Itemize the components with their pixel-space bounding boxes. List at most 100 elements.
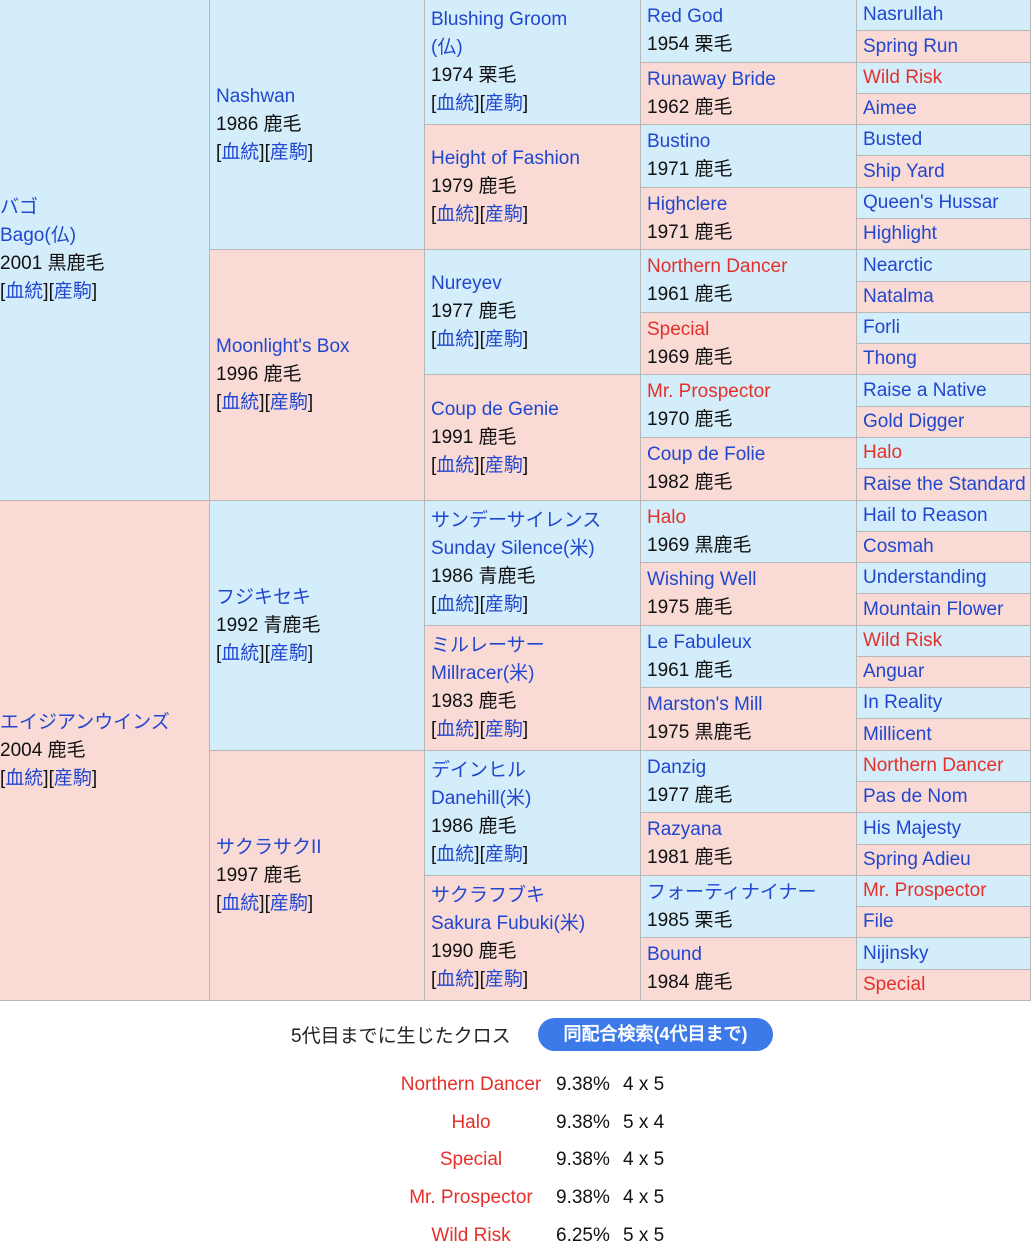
horse-name-link[interactable]: フォーティナイナー [647, 879, 856, 907]
horse-name-link[interactable]: Wishing Well [647, 566, 856, 594]
bloodline-link[interactable]: 血統 [221, 893, 259, 914]
horse-name-link[interactable]: Northern Dancer [647, 253, 856, 281]
horse-name-link[interactable]: Special [647, 316, 856, 344]
horse-name-link[interactable]: エイジアンウインズ [0, 709, 209, 737]
foals-link[interactable]: 産駒 [485, 93, 523, 114]
horse-name-link[interactable]: Height of Fashion [431, 145, 640, 173]
horse-name-link[interactable]: Raise a Native [863, 376, 1030, 406]
horse-name-link[interactable]: Halo [863, 438, 1030, 468]
horse-name-link[interactable]: Sakura Fubuki(米) [431, 910, 640, 938]
horse-name-link[interactable]: Ship Yard [863, 157, 1030, 187]
foals-link[interactable]: 産駒 [485, 329, 523, 350]
horse-name-link[interactable]: Razyana [647, 816, 856, 844]
bloodline-link[interactable]: 血統 [436, 93, 474, 114]
horse-name-link[interactable]: バゴ [0, 194, 209, 222]
foals-link[interactable]: 産駒 [485, 204, 523, 225]
horse-name-link[interactable]: Moonlight's Box [216, 333, 424, 361]
horse-name-link[interactable]: Millicent [863, 720, 1030, 750]
horse-name-link[interactable]: Highlight [863, 219, 1030, 249]
horse-info: 2001 黒鹿毛 [0, 253, 105, 274]
same-mating-search-button[interactable]: 同配合検索(4代目まで) [538, 1018, 773, 1051]
foals-link[interactable]: 産駒 [485, 969, 523, 990]
horse-name-link[interactable]: Sunday Silence(米) [431, 535, 640, 563]
pedigree-cell-gen5: Pas de Nom [857, 782, 1031, 813]
bloodline-link[interactable]: 血統 [221, 392, 259, 413]
bloodline-link[interactable]: 血統 [436, 844, 474, 865]
horse-name-link[interactable]: Nasrullah [863, 0, 1030, 30]
horse-name-link[interactable]: Highclere [647, 191, 856, 219]
horse-name-link[interactable]: サクラフブキ [431, 882, 640, 910]
horse-name-link[interactable]: Le Fabuleux [647, 629, 856, 657]
foals-link[interactable]: 産駒 [270, 643, 308, 664]
bloodline-link[interactable]: 血統 [221, 142, 259, 163]
horse-name-link[interactable]: ミルレーサー [431, 632, 640, 660]
horse-name-link[interactable]: Coup de Folie [647, 441, 856, 469]
horse-name-link[interactable]: Gold Digger [863, 407, 1030, 437]
horse-name-link[interactable]: Bound [647, 941, 856, 969]
bloodline-link[interactable]: 血統 [221, 643, 259, 664]
horse-name-link[interactable]: Hail to Reason [863, 501, 1030, 531]
horse-name-link[interactable]: Queen's Hussar [863, 188, 1030, 218]
bloodline-link[interactable]: 血統 [436, 969, 474, 990]
horse-name-link[interactable]: Cosmah [863, 532, 1030, 562]
bloodline-link[interactable]: 血統 [436, 594, 474, 615]
horse-name-link[interactable]: Nashwan [216, 83, 424, 111]
horse-name-link[interactable]: Pas de Nom [863, 782, 1030, 812]
horse-name-link[interactable]: Runaway Bride [647, 66, 856, 94]
bloodline-link[interactable]: 血統 [5, 281, 43, 302]
horse-name-link[interactable]: Red God [647, 3, 856, 31]
horse-name-link[interactable]: Danehill(米) [431, 785, 640, 813]
horse-name-link[interactable]: Natalma [863, 282, 1030, 312]
pedigree-cell-gen3: サンデーサイレンス Sunday Silence(米) 1986 青鹿毛 [血統][産… [425, 501, 641, 626]
horse-name-link[interactable]: デインヒル [431, 757, 640, 785]
horse-name-link[interactable]: サンデーサイレンス [431, 507, 640, 535]
bloodline-link[interactable]: 血統 [436, 455, 474, 476]
horse-name-link[interactable]: In Reality [863, 688, 1030, 718]
foals-link[interactable]: 産駒 [485, 844, 523, 865]
horse-name-link[interactable]: Busted [863, 125, 1030, 155]
horse-name-link[interactable]: Understanding [863, 563, 1030, 593]
bloodline-link[interactable]: 血統 [5, 768, 43, 789]
horse-name-link[interactable]: Aimee [863, 94, 1030, 124]
horse-name-link[interactable]: サクラサクII [216, 834, 424, 862]
horse-name-link[interactable]: Forli [863, 313, 1030, 343]
foals-link[interactable]: 産駒 [485, 455, 523, 476]
horse-name-link[interactable]: Coup de Genie [431, 396, 640, 424]
bloodline-link[interactable]: 血統 [436, 719, 474, 740]
foals-link[interactable]: 産駒 [270, 392, 308, 413]
horse-name-link[interactable]: His Majesty [863, 814, 1030, 844]
horse-name-link[interactable]: Wild Risk [863, 626, 1030, 656]
foals-link[interactable]: 産駒 [485, 594, 523, 615]
horse-name-link[interactable]: (仏) [431, 34, 640, 62]
horse-name-link[interactable]: Raise the Standard [863, 470, 1030, 500]
horse-name-link[interactable]: Spring Run [863, 32, 1030, 62]
foals-link[interactable]: 産駒 [485, 719, 523, 740]
horse-name-link[interactable]: Anguar [863, 657, 1030, 687]
horse-name-link[interactable]: Mr. Prospector [647, 378, 856, 406]
horse-name-link[interactable]: Blushing Groom [431, 6, 640, 34]
horse-name-link[interactable]: Mountain Flower [863, 595, 1030, 625]
foals-link[interactable]: 産駒 [54, 281, 92, 302]
horse-name-link[interactable]: Wild Risk [863, 63, 1030, 93]
foals-link[interactable]: 産駒 [54, 768, 92, 789]
foals-link[interactable]: 産駒 [270, 142, 308, 163]
horse-name-link[interactable]: Northern Dancer [863, 751, 1030, 781]
bloodline-link[interactable]: 血統 [436, 329, 474, 350]
horse-name-link[interactable]: Nijinsky [863, 939, 1030, 969]
horse-name-link[interactable]: Spring Adieu [863, 845, 1030, 875]
horse-name-link[interactable]: Danzig [647, 754, 856, 782]
horse-name-link[interactable]: Bustino [647, 128, 856, 156]
horse-name-link[interactable]: Halo [647, 504, 856, 532]
horse-name-link[interactable]: Nearctic [863, 251, 1030, 281]
foals-link[interactable]: 産駒 [270, 893, 308, 914]
horse-name-link[interactable]: Mr. Prospector [863, 876, 1030, 906]
horse-name-link[interactable]: フジキセキ [216, 584, 424, 612]
horse-name-link[interactable]: Marston's Mill [647, 691, 856, 719]
horse-name-link[interactable]: Thong [863, 344, 1030, 374]
bloodline-link[interactable]: 血統 [436, 204, 474, 225]
horse-name-link[interactable]: Millracer(米) [431, 660, 640, 688]
horse-name-link[interactable]: Special [863, 970, 1030, 1000]
horse-name-link[interactable]: Bago(仏) [0, 222, 209, 250]
horse-name-link[interactable]: Nureyev [431, 270, 640, 298]
horse-name-link[interactable]: File [863, 907, 1030, 937]
